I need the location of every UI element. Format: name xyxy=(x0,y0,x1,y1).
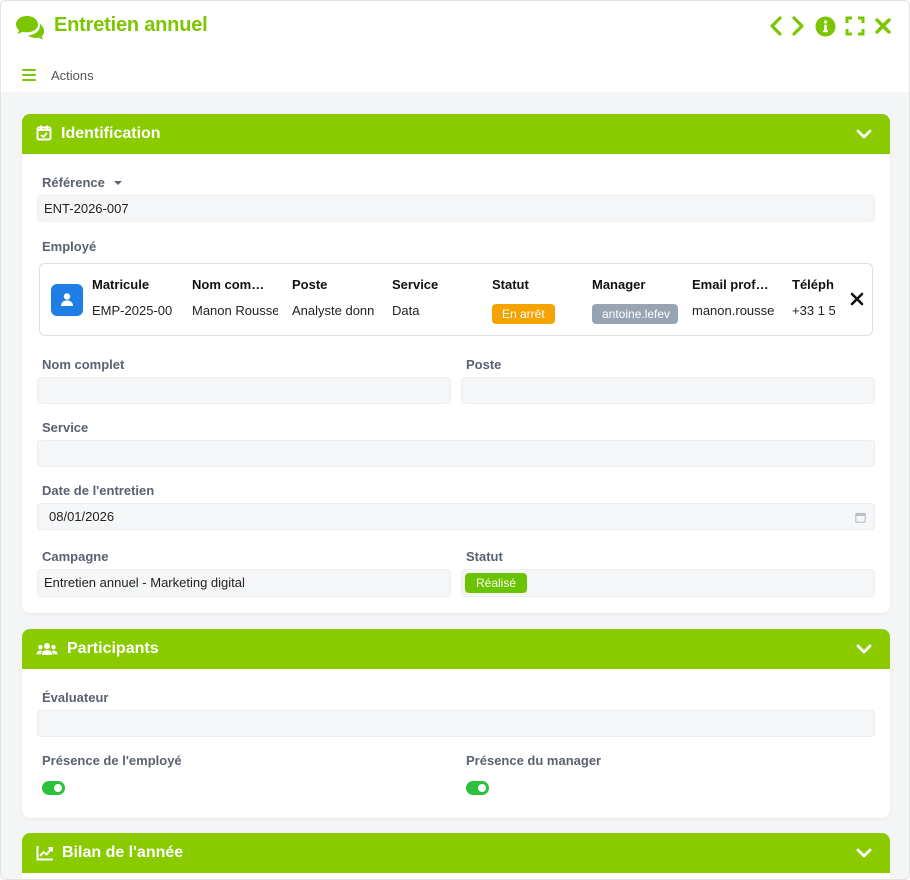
calendar-icon[interactable] xyxy=(855,512,866,523)
cell-telephone: +33 1 5 xyxy=(792,303,836,318)
actions-menu[interactable]: Actions xyxy=(51,68,94,83)
cell-poste: Analyste donn xyxy=(292,303,375,318)
poste-field[interactable] xyxy=(461,377,875,404)
info-icon xyxy=(815,16,835,36)
campagne-field[interactable]: Entretien annuel - Marketing digital xyxy=(37,569,451,597)
cell-matricule: EMP-2025-00 xyxy=(92,303,173,318)
users-icon xyxy=(36,643,58,655)
next-button[interactable] xyxy=(787,15,809,37)
caret-down-icon[interactable] xyxy=(113,179,123,187)
employe-record[interactable]: Matricule Nom com… Poste Service Statut … xyxy=(39,263,873,336)
user-icon xyxy=(61,293,73,306)
reference-label: Référence xyxy=(42,175,123,190)
cell-service: Data xyxy=(392,303,420,318)
col-header-service: Service xyxy=(392,277,439,292)
chevron-down-icon xyxy=(856,848,872,858)
section-title: Participants xyxy=(67,640,159,657)
service-field[interactable] xyxy=(37,440,875,467)
employee-avatar xyxy=(51,284,83,316)
employe-label: Employé xyxy=(42,239,97,254)
window-title: Entretien annuel xyxy=(54,14,208,36)
statut-badge: Réalisé xyxy=(465,573,528,593)
close-button[interactable] xyxy=(872,15,894,37)
previous-button[interactable] xyxy=(765,15,787,37)
col-header-matricule: Matricule xyxy=(92,277,150,292)
chevron-down-icon xyxy=(856,129,872,139)
bilan-section: Bilan de l'année xyxy=(22,833,890,879)
chevron-right-icon xyxy=(792,16,804,36)
poste-label: Poste xyxy=(466,357,502,372)
manager-badge: antoine.lefev xyxy=(592,304,678,324)
chart-line-icon xyxy=(36,846,53,861)
calendar-check-icon xyxy=(36,125,52,141)
nom-complet-field[interactable] xyxy=(37,377,451,404)
col-header-poste: Poste xyxy=(292,277,328,292)
title-bar: Entretien annuel xyxy=(1,1,909,53)
remove-employee-icon[interactable] xyxy=(850,292,864,306)
section-title: Identification xyxy=(61,125,161,142)
presence-employe-label: Présence de l'employé xyxy=(42,753,182,768)
evaluateur-label: Évaluateur xyxy=(42,690,109,705)
col-header-manager: Manager xyxy=(592,277,646,292)
info-button[interactable] xyxy=(814,15,836,37)
col-header-email: Email prof… xyxy=(692,277,769,292)
col-header-statut: Statut xyxy=(492,277,529,292)
reference-field[interactable]: ENT-2026-007 xyxy=(37,195,875,222)
status-badge: En arrêt xyxy=(492,304,555,324)
identification-header[interactable]: Identification xyxy=(22,114,890,154)
menu-icon[interactable] xyxy=(22,69,36,82)
evaluateur-field[interactable] xyxy=(37,710,875,737)
chevron-left-icon xyxy=(770,16,782,36)
campagne-label: Campagne xyxy=(42,549,109,564)
fullscreen-button[interactable] xyxy=(844,15,866,37)
presence-employe-toggle[interactable] xyxy=(42,781,65,795)
entretien-window: Entretien annuel Actions Identification … xyxy=(0,0,910,880)
nom-complet-label: Nom complet xyxy=(42,357,125,372)
bilan-header[interactable]: Bilan de l'année xyxy=(22,833,890,873)
identification-section: Identification Référence ENT-2026-007 Em… xyxy=(22,114,890,613)
presence-manager-toggle[interactable] xyxy=(466,781,489,795)
col-header-nom: Nom com… xyxy=(192,277,265,292)
section-title: Bilan de l'année xyxy=(62,844,184,861)
participants-header[interactable]: Participants xyxy=(22,629,890,669)
date-label: Date de l'entretien xyxy=(42,483,155,498)
statut-label: Statut xyxy=(466,549,503,564)
close-icon xyxy=(875,18,891,34)
statut-field[interactable]: Réalisé xyxy=(461,569,875,597)
col-header-telephone: Téléph xyxy=(792,277,834,292)
cell-email: manon.rousse xyxy=(692,303,775,318)
chat-bubbles-icon xyxy=(16,16,45,40)
service-label: Service xyxy=(42,420,89,435)
presence-manager-label: Présence du manager xyxy=(466,753,602,768)
form-content: Identification Référence ENT-2026-007 Em… xyxy=(1,92,909,879)
date-value: 08/01/2026 xyxy=(49,509,115,524)
expand-icon xyxy=(845,16,865,36)
participants-section: Participants Évaluateur Présence de l'em… xyxy=(22,629,890,818)
chevron-down-icon xyxy=(856,644,872,654)
cell-nom: Manon Rousse xyxy=(192,303,278,318)
date-field[interactable]: 08/01/2026 xyxy=(37,503,875,530)
